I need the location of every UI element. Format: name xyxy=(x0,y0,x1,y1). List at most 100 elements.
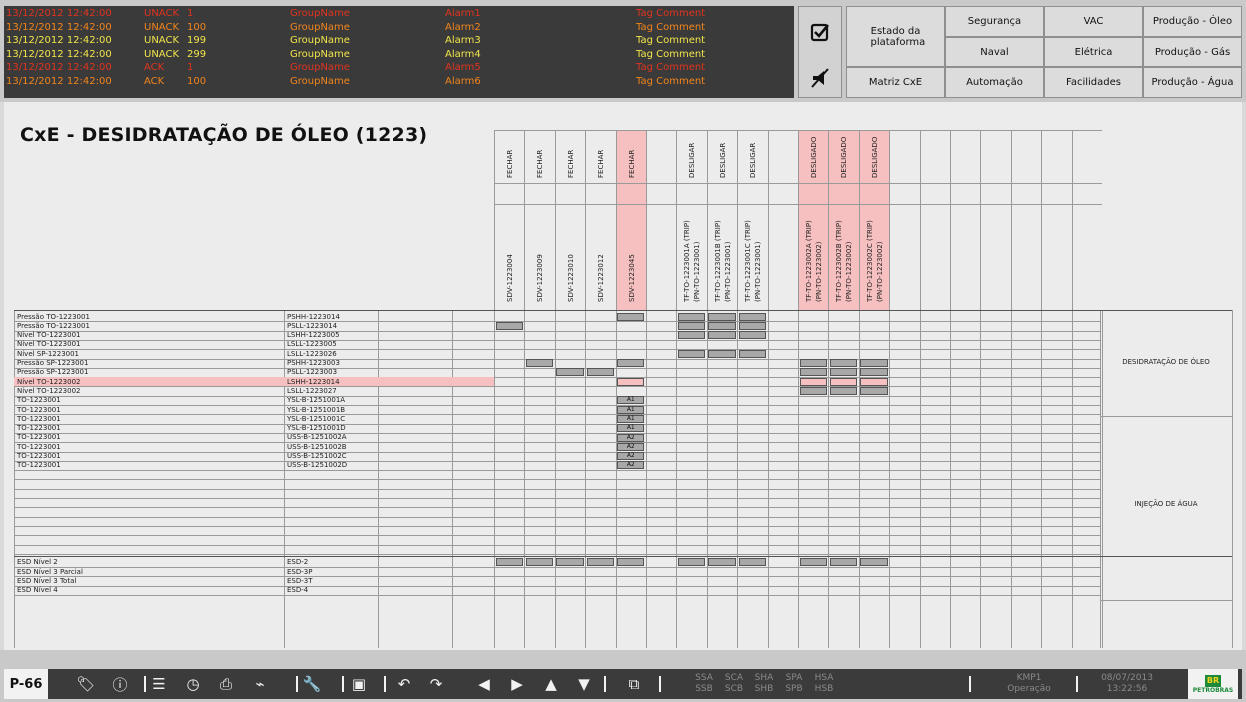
effect-column-header: DESLIGAR TF-TO-1223001B (TRIP) (PN-TO-1223… xyxy=(706,130,737,310)
nav-facilidades[interactable]: Facilidades xyxy=(1044,67,1143,98)
trend-icon[interactable]: ⌁ xyxy=(248,669,272,699)
matrix-cell[interactable] xyxy=(677,349,706,358)
matrix-cell[interactable] xyxy=(586,368,615,377)
matrix-cell[interactable] xyxy=(617,359,645,368)
matrix-cell[interactable] xyxy=(586,558,615,567)
info-icon[interactable]: ⓘ xyxy=(108,669,132,699)
cause-description: Nível TO-1223002 xyxy=(17,386,81,395)
matrix-cell[interactable]: A1 xyxy=(617,396,645,405)
nav-vac[interactable]: VAC xyxy=(1044,6,1143,37)
checkbox-check-icon[interactable] xyxy=(809,21,831,43)
alarm-row[interactable]: 13/12/2012 12:42:00 UNACK 1 GroupName Alarm1… xyxy=(4,8,794,20)
alarm-row[interactable]: 13/12/2012 12:42:00 ACK 100 GroupName Alarm6… xyxy=(4,76,794,88)
window-icon[interactable]: ⧉ xyxy=(622,669,646,699)
matrix-cell[interactable] xyxy=(617,312,645,321)
tag-icon[interactable]: 🏷 xyxy=(74,669,98,699)
matrix-cell[interactable] xyxy=(708,312,736,321)
matrix-cell[interactable] xyxy=(738,558,767,567)
matrix-cell[interactable] xyxy=(860,368,888,377)
row-divider xyxy=(14,595,1100,596)
matrix-cell[interactable]: A2 xyxy=(617,461,645,470)
alarm-row[interactable]: 13/12/2012 12:42:00 UNACK 299 GroupName Alar… xyxy=(4,49,794,61)
effect-action: DESLIGAR xyxy=(749,142,758,178)
cause-description: TO-1223001 xyxy=(17,433,61,442)
matrix-cell[interactable] xyxy=(556,368,584,377)
matrix-cell[interactable] xyxy=(738,321,767,330)
alarm-row[interactable]: 13/12/2012 12:42:00 UNACK 199 GroupName Alar… xyxy=(4,35,794,47)
cause-description: ESD Nível 2 xyxy=(17,558,58,567)
nav-el-trica[interactable]: Elétrica xyxy=(1044,37,1143,67)
redo-icon[interactable]: ↷ xyxy=(424,669,448,699)
cause-tag: LSHH-1223005 xyxy=(287,331,340,340)
matrix-cell[interactable] xyxy=(677,331,706,340)
matrix-cell[interactable] xyxy=(556,558,584,567)
nav-automa-o[interactable]: Automação xyxy=(945,67,1044,98)
matrix-cell[interactable] xyxy=(799,377,827,386)
alarm-list[interactable]: 13/12/2012 12:42:00 UNACK 1 GroupName Alarm1… xyxy=(4,6,794,98)
clock-icon[interactable]: ◷ xyxy=(181,669,205,699)
matrix-cell[interactable]: A1 xyxy=(617,405,645,414)
wrench-icon[interactable]: 🔧 xyxy=(300,669,324,699)
matrix-cell[interactable]: A2 xyxy=(617,452,645,461)
up-icon[interactable]: ▲ xyxy=(539,669,563,699)
matrix-cell[interactable] xyxy=(525,558,554,567)
nav-estado-plataforma[interactable]: Estado da plataforma xyxy=(846,6,945,67)
print-icon[interactable]: ⎙ xyxy=(214,669,238,699)
matrix-cell[interactable] xyxy=(617,377,645,386)
matrix-cell[interactable] xyxy=(860,359,888,368)
toolbar-separator xyxy=(1076,676,1078,692)
matrix-cell[interactable] xyxy=(738,312,767,321)
matrix-cell[interactable] xyxy=(799,558,827,567)
matrix-cell[interactable]: A2 xyxy=(617,442,645,451)
matrix-cell[interactable] xyxy=(799,368,827,377)
matrix-cell[interactable] xyxy=(799,387,827,395)
prev-icon[interactable]: ◀ xyxy=(472,669,496,699)
matrix-cell[interactable] xyxy=(708,321,736,330)
matrix-cell[interactable] xyxy=(617,558,645,567)
row-divider xyxy=(14,386,1100,388)
mute-horn-icon[interactable] xyxy=(809,67,831,89)
nav-matriz-cxe[interactable]: Matriz CxE xyxy=(846,67,945,98)
matrix-cell[interactable] xyxy=(708,558,736,567)
row-divider xyxy=(14,576,1100,578)
cause-tag: ESD-4 xyxy=(287,586,309,595)
effect-tag: SDV-1223004 xyxy=(506,254,514,302)
camera-icon[interactable]: ▣ xyxy=(347,669,371,699)
effect-column-header: DESLIGAR TF-TO-1223001A (TRIP) (PN-TO-1223… xyxy=(676,130,706,310)
matrix-cell[interactable] xyxy=(829,359,858,368)
nav-produ-o-gua[interactable]: Produção - Água xyxy=(1143,67,1242,98)
matrix-cell[interactable] xyxy=(860,387,888,395)
matrix-cell[interactable] xyxy=(829,368,858,377)
effect-action: DESLIGADO xyxy=(840,136,849,178)
nav-seguran-a[interactable]: Segurança xyxy=(945,6,1044,37)
next-icon[interactable]: ▶ xyxy=(505,669,529,699)
down-icon[interactable]: ▼ xyxy=(572,669,596,699)
matrix-cell[interactable] xyxy=(677,312,706,321)
matrix-cell[interactable] xyxy=(829,387,858,395)
matrix-cell[interactable]: A1 xyxy=(617,424,645,433)
matrix-cell[interactable] xyxy=(799,359,827,368)
matrix-cell[interactable] xyxy=(708,349,736,358)
matrix-cell[interactable] xyxy=(738,331,767,340)
matrix-cell[interactable] xyxy=(495,321,523,330)
matrix-cell[interactable] xyxy=(677,558,706,567)
matrix-cell[interactable] xyxy=(708,331,736,340)
nav-produ-o-g-s[interactable]: Produção - Gás xyxy=(1143,37,1242,67)
matrix-cell[interactable] xyxy=(738,349,767,358)
nav-produ-o-leo[interactable]: Produção - Óleo xyxy=(1143,6,1242,37)
cause-description: Nível TO-1223002 xyxy=(17,377,81,386)
alarm-row[interactable]: 13/12/2012 12:42:00 ACK 1 GroupName Alarm5 Ta… xyxy=(4,62,794,74)
nav-naval[interactable]: Naval xyxy=(945,37,1044,67)
matrix-cell[interactable] xyxy=(860,377,888,386)
matrix-cell[interactable] xyxy=(829,558,858,567)
matrix-cell[interactable] xyxy=(677,321,706,330)
matrix-cell[interactable]: A2 xyxy=(617,433,645,442)
alarm-row[interactable]: 13/12/2012 12:42:00 UNACK 100 GroupName Alar… xyxy=(4,22,794,34)
undo-icon[interactable]: ↶ xyxy=(392,669,416,699)
matrix-cell[interactable]: A1 xyxy=(617,414,645,423)
matrix-cell[interactable] xyxy=(525,359,554,368)
matrix-cell[interactable] xyxy=(495,558,523,567)
matrix-cell[interactable] xyxy=(829,377,858,386)
matrix-cell[interactable] xyxy=(860,558,888,567)
list-icon[interactable]: ☰ xyxy=(147,669,171,699)
